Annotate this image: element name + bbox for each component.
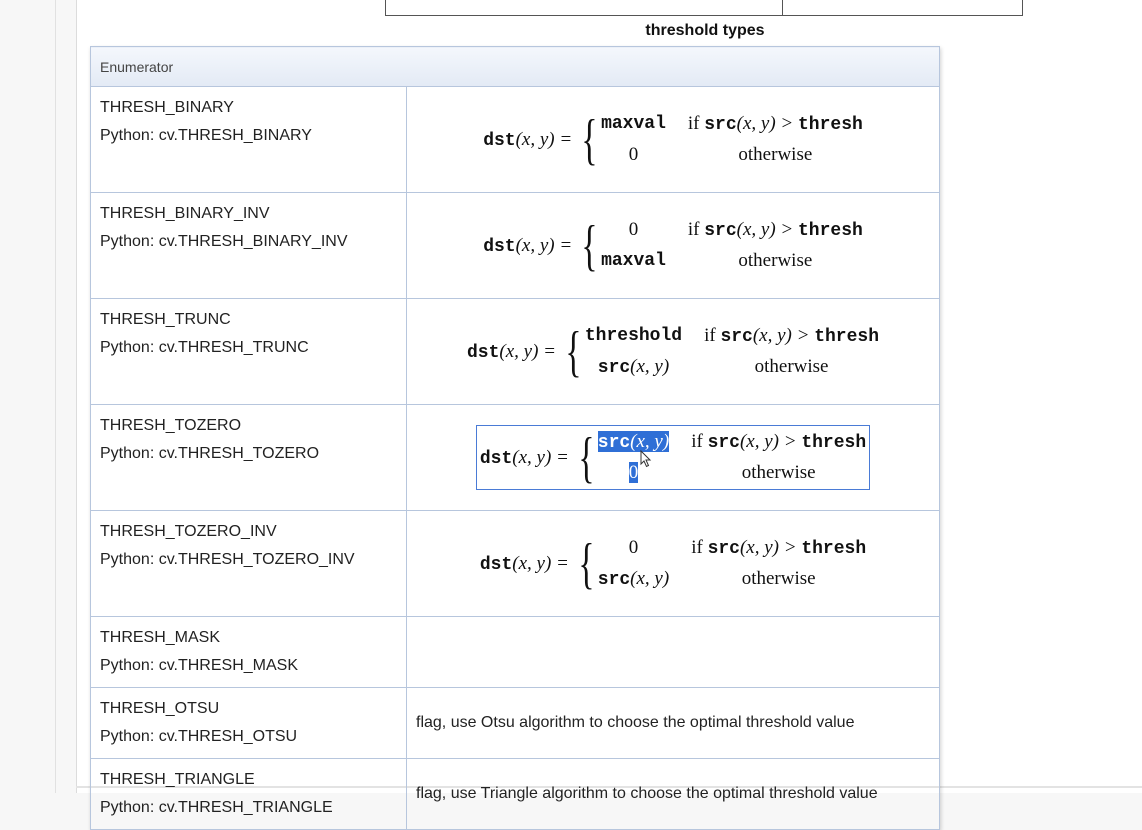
enum-name-cell: THRESH_BINARY_INV Python: cv.THRESH_BINA… [90,192,407,299]
threshold-types-table: Enumerator THRESH_BINARY Python: cv.THRE… [90,46,940,830]
case-value: src(x, y) [597,355,670,378]
formula-cases: src(x, y) if src(x, y) > thresh 0 otherw… [597,429,867,486]
enum-python-name[interactable]: Python: cv.THRESH_BINARY_INV [100,228,397,256]
enum-name[interactable]: THRESH_TRIANGLE [100,766,397,794]
case-condition: otherwise [738,144,813,165]
enum-name[interactable]: THRESH_BINARY [100,94,397,122]
enum-description-cell: dst(x, y) = { threshold if src(x, y) > t… [406,298,940,405]
left-brace-symbol: { [578,426,595,489]
table-row: THRESH_TOZERO_INV Python: cv.THRESH_TOZE… [90,510,940,617]
case-value: src(x, y) [597,567,670,590]
case-value: 0 [628,144,639,165]
table-row: THRESH_MASK Python: cv.THRESH_MASK [90,616,940,688]
formula-lhs: dst(x, y) = [466,340,556,363]
table-row: THRESH_TRUNC Python: cv.THRESH_TRUNC dst… [90,298,940,405]
enum-name-cell: THRESH_BINARY Python: cv.THRESH_BINARY [90,86,407,193]
enum-description-cell: flag, use Triangle algorithm to choose t… [406,758,940,830]
enum-name-cell: THRESH_OTSU Python: cv.THRESH_OTSU [90,687,407,759]
formula-cases: 0 if src(x, y) > thresh maxval otherwise [601,217,863,274]
case-condition: otherwise [741,567,816,589]
case-value-highlighted: 0 [628,462,639,483]
enum-description [407,643,416,660]
page-left-rule [55,0,56,793]
left-brace-symbol: { [578,532,595,595]
enum-description[interactable]: flag, use Triangle algorithm to choose t… [407,785,878,802]
case-condition: if src(x, y) > thresh [691,536,867,559]
formula-cases: threshold if src(x, y) > thresh src(x, y… [585,323,879,381]
table-row: THRESH_BINARY_INV Python: cv.THRESH_BINA… [90,192,940,299]
case-value: 0 [628,536,639,558]
formula[interactable]: dst(x, y) = { threshold if src(x, y) > t… [463,319,883,385]
enum-description-cell: flag, use Otsu algorithm to choose the o… [406,687,940,759]
case-condition: if src(x, y) > thresh [704,324,880,347]
enum-python-name[interactable]: Python: cv.THRESH_OTSU [100,723,397,751]
mouse-pointer-icon [640,450,652,468]
enum-name[interactable]: THRESH_BINARY_INV [100,200,397,228]
figure-caption: threshold types [645,22,765,39]
case-condition: if src(x, y) > thresh [691,431,867,453]
enum-name[interactable]: THRESH_TOZERO_INV [100,518,397,546]
formula-lhs: dst(x, y) = [483,128,573,151]
enum-name[interactable]: THRESH_MASK [100,624,397,652]
enum-python-name[interactable]: Python: cv.THRESH_TOZERO_INV [100,546,397,574]
case-value: maxval [601,114,666,134]
formula-lhs: dst(x, y) = [483,234,573,257]
enum-python-name[interactable]: Python: cv.THRESH_TRUNC [100,334,397,362]
enum-description-cell: dst(x, y) = { src(x, y) if src(x, y) > t… [406,404,940,511]
left-brace-symbol: { [565,320,582,383]
enum-description-cell: dst(x, y) = { 0 if src(x, y) > thresh sr… [406,510,940,617]
formula-lhs: dst(x, y) = [479,552,569,575]
enum-python-name[interactable]: Python: cv.THRESH_BINARY [100,122,397,150]
table-header-enumerator: Enumerator [90,46,940,87]
enum-description[interactable]: flag, use Otsu algorithm to choose the o… [407,714,854,731]
case-condition: otherwise [738,250,813,271]
table-row: THRESH_TRIANGLE Python: cv.THRESH_TRIANG… [90,758,940,830]
case-condition: if src(x, y) > thresh [687,113,863,135]
left-brace-symbol: { [581,108,598,171]
enum-name-cell: THRESH_MASK Python: cv.THRESH_MASK [90,616,407,688]
formula[interactable]: dst(x, y) = { maxval if src(x, y) > thre… [479,107,867,172]
enum-name[interactable]: THRESH_TOZERO [100,412,397,440]
enum-python-name[interactable]: Python: cv.THRESH_TRIANGLE [100,794,397,822]
case-condition: if src(x, y) > thresh [687,219,863,241]
threshold-figure-bottom [385,0,1023,16]
enum-name-cell: THRESH_TRUNC Python: cv.THRESH_TRUNC [90,298,407,405]
case-value: maxval [601,251,666,271]
formula-selected[interactable]: dst(x, y) = { src(x, y) if src(x, y) > t… [475,425,871,490]
formula[interactable]: dst(x, y) = { 0 if src(x, y) > thresh ma… [479,213,867,278]
case-value: threshold [584,325,683,346]
table-row: THRESH_TOZERO Python: cv.THRESH_TOZERO d… [90,404,940,511]
enum-name[interactable]: THRESH_TRUNC [100,306,397,334]
table-row: THRESH_OTSU Python: cv.THRESH_OTSU flag,… [90,687,940,759]
formula[interactable]: dst(x, y) = { 0 if src(x, y) > thresh sr… [476,531,870,597]
enum-name-cell: THRESH_TOZERO_INV Python: cv.THRESH_TOZE… [90,510,407,617]
left-brace-symbol: { [581,214,598,277]
formula-cases: 0 if src(x, y) > thresh src(x, y) otherw… [598,535,866,593]
enum-description-cell: dst(x, y) = { 0 if src(x, y) > thresh ma… [406,192,940,299]
enum-python-name[interactable]: Python: cv.THRESH_TOZERO [100,440,397,468]
table-row: THRESH_BINARY Python: cv.THRESH_BINARY d… [90,86,940,193]
enum-description-cell: dst(x, y) = { maxval if src(x, y) > thre… [406,86,940,193]
case-value-highlighted: src(x, y) [597,431,670,453]
figure-divider [782,0,783,15]
case-condition: otherwise [754,355,829,377]
enum-name-cell: THRESH_TOZERO Python: cv.THRESH_TOZERO [90,404,407,511]
enum-name-cell: THRESH_TRIANGLE Python: cv.THRESH_TRIANG… [90,758,407,830]
enum-description-cell [406,616,940,688]
formula-cases: maxval if src(x, y) > thresh 0 otherwise [601,111,863,168]
enum-name[interactable]: THRESH_OTSU [100,695,397,723]
formula-lhs: dst(x, y) = [479,446,569,469]
case-value: 0 [628,219,639,240]
case-condition: otherwise [741,462,816,483]
enum-python-name[interactable]: Python: cv.THRESH_MASK [100,652,397,680]
